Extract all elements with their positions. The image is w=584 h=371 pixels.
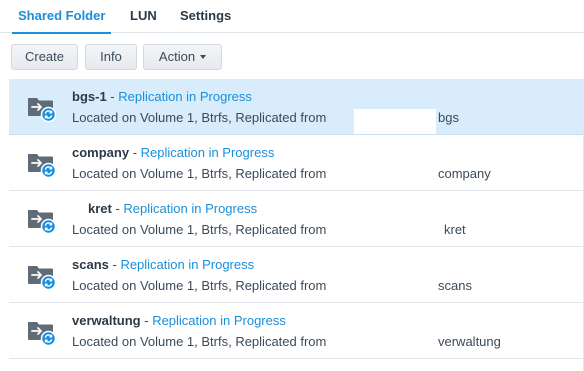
row-title: scans - Replication in Progress	[72, 257, 254, 272]
replication-status: Replication in Progress	[120, 257, 255, 272]
create-button[interactable]: Create	[11, 44, 78, 70]
replication-source: bgs	[438, 110, 459, 125]
shared-folder-replication-icon	[26, 149, 58, 179]
title-separator: -	[129, 145, 141, 160]
folder-location: Located on Volume 1, Btrfs, Replicated f…	[72, 110, 327, 125]
action-dropdown-button[interactable]: Action	[143, 44, 222, 70]
folder-name: company	[72, 145, 130, 160]
replication-source: verwaltung	[438, 334, 501, 349]
shared-folder-replication-icon	[26, 261, 58, 291]
list-item[interactable]: scans - Replication in Progress Located …	[9, 247, 584, 303]
folder-location: Located on Volume 1, Btrfs, Replicated f…	[72, 278, 327, 293]
list-item[interactable]: kret - Replication in Progress Located o…	[9, 191, 584, 247]
title-separator: -	[108, 257, 121, 272]
title-separator: -	[106, 89, 119, 104]
tab-lun[interactable]: LUN	[130, 0, 157, 33]
tab-settings[interactable]: Settings	[180, 0, 231, 33]
replication-status: Replication in Progress	[140, 145, 275, 160]
shared-folder-replication-icon	[26, 93, 58, 123]
replication-source: scans	[438, 278, 472, 293]
info-button-label: Info	[100, 49, 122, 64]
list-item[interactable]: company - Replication in Progress Locate…	[9, 135, 584, 191]
title-separator: -	[111, 201, 124, 216]
shared-folder-replication-icon	[26, 317, 58, 347]
tab-shared-folder[interactable]: Shared Folder	[11, 0, 112, 34]
list-item[interactable]: verwaltung - Replication in Progress Loc…	[9, 303, 584, 359]
replication-source: company	[438, 166, 491, 181]
row-title: kret - Replication in Progress	[88, 201, 257, 216]
caret-down-icon	[200, 54, 207, 59]
title-separator: -	[140, 313, 153, 328]
folder-location: Located on Volume 1, Btrfs, Replicated f…	[72, 222, 327, 237]
redaction-block	[354, 109, 436, 134]
row-title: company - Replication in Progress	[72, 145, 274, 160]
folder-name: bgs-1	[72, 89, 107, 104]
row-title: verwaltung - Replication in Progress	[72, 313, 286, 328]
folder-name: scans	[72, 257, 109, 272]
list-item[interactable]: bgs-1 - Replication in Progress Located …	[9, 79, 584, 135]
row-title: bgs-1 - Replication in Progress	[72, 89, 252, 104]
replication-status: Replication in Progress	[118, 89, 252, 104]
replication-status: Replication in Progress	[152, 313, 286, 328]
create-button-label: Create	[24, 49, 65, 64]
info-button[interactable]: Info	[85, 44, 137, 70]
shared-folder-list: bgs-1 - Replication in Progress Located …	[9, 79, 584, 359]
replication-status: Replication in Progress	[123, 201, 258, 216]
toolbar: Create Info Action	[0, 33, 584, 79]
shared-folder-replication-icon	[26, 205, 58, 235]
folder-name: verwaltung	[72, 313, 141, 328]
folder-name: kret	[88, 201, 112, 216]
tab-bar: Shared Folder LUN Settings	[0, 0, 584, 34]
action-button-label: Action	[158, 49, 196, 64]
replication-source: kret	[444, 222, 466, 237]
folder-location: Located on Volume 1, Btrfs, Replicated f…	[72, 334, 327, 349]
folder-location: Located on Volume 1, Btrfs, Replicated f…	[72, 166, 327, 181]
